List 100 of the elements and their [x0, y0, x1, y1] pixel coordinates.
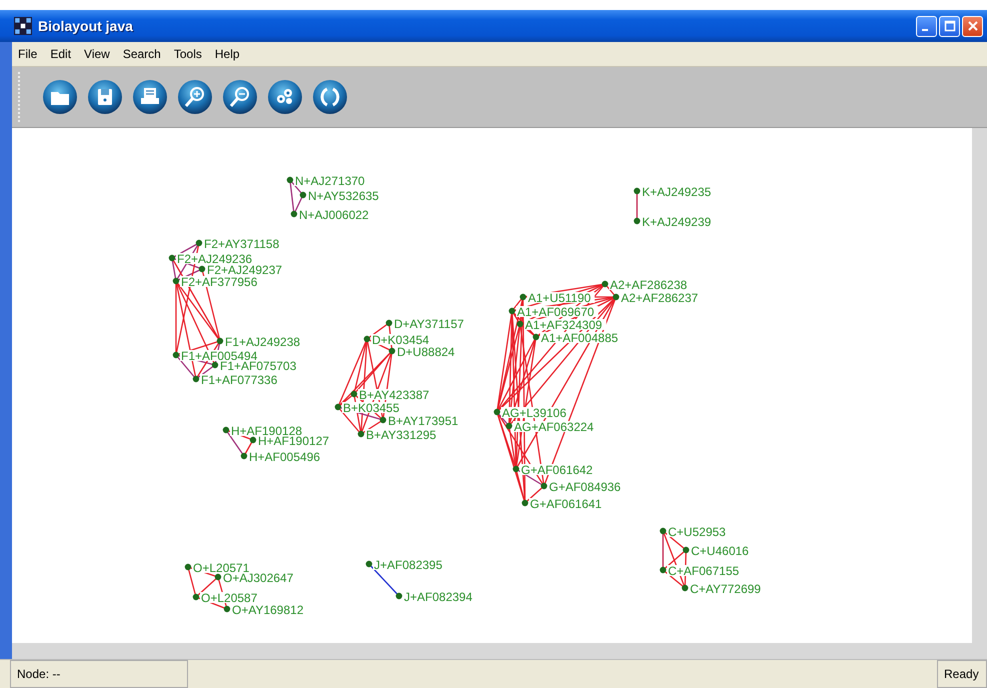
menu-item[interactable]: Edit	[50, 45, 72, 63]
node-dot[interactable]	[634, 188, 640, 194]
node-dot[interactable]	[224, 606, 230, 612]
node-dot[interactable]	[212, 362, 218, 368]
node-dot[interactable]	[660, 566, 666, 574]
node-label: C+U52953	[667, 525, 728, 539]
node-label: C+U46016	[690, 544, 750, 558]
node-dot[interactable]	[506, 422, 512, 430]
node-dot[interactable]	[634, 218, 640, 224]
node-dot[interactable]	[286, 176, 294, 184]
close-button[interactable]	[962, 16, 983, 36]
node-dot[interactable]	[350, 390, 358, 398]
node-dot[interactable]	[386, 320, 392, 326]
node-dot[interactable]	[532, 334, 540, 340]
node-dot[interactable]	[522, 500, 528, 506]
node-label: D+AY371157	[393, 317, 468, 331]
node-label: K+AJ249235	[641, 185, 716, 199]
folder-icon	[42, 79, 78, 115]
maximize-button[interactable]	[939, 16, 960, 36]
node-dot[interactable]	[290, 210, 298, 218]
node-label: N+AJ006022	[298, 208, 373, 222]
floppy-icon	[87, 79, 123, 115]
zoom-in-button[interactable]	[177, 79, 213, 115]
node-label: A1+AF324309	[524, 318, 606, 332]
node-label: K+AJ249239	[641, 215, 716, 229]
node-label: F2+AY371158	[203, 237, 286, 251]
node-dot[interactable]	[520, 294, 526, 300]
zoom-in-icon	[177, 79, 213, 115]
node-dot[interactable]	[222, 426, 230, 434]
node-dot[interactable]	[380, 416, 386, 424]
status-text: Ready	[937, 660, 987, 688]
refresh-icon	[312, 79, 348, 115]
zoom-out-icon	[222, 79, 258, 115]
node-dot[interactable]	[198, 266, 206, 272]
minimize-icon	[922, 29, 928, 31]
node-dot[interactable]	[172, 278, 180, 284]
toolbar-grip[interactable]	[18, 72, 23, 122]
node-label: F2+AJ249237	[206, 263, 288, 277]
node-dot[interactable]	[300, 192, 306, 198]
printer-button[interactable]	[132, 79, 168, 115]
node-label: G+AF084936	[548, 480, 623, 494]
menu-item[interactable]: View	[84, 45, 110, 63]
maximize-icon	[944, 20, 956, 32]
node-dot[interactable]	[196, 240, 202, 246]
node-dot[interactable]	[508, 308, 516, 314]
node-dot[interactable]	[192, 376, 200, 382]
node-dot[interactable]	[184, 564, 192, 570]
node-label: A2+AF286237	[620, 291, 702, 305]
node-dot[interactable]	[334, 404, 342, 410]
node-label: AG+L39106	[501, 406, 569, 420]
node-dot[interactable]	[388, 348, 396, 354]
edge-line	[636, 191, 638, 221]
printer-icon	[132, 79, 168, 115]
node-dot[interactable]	[540, 482, 548, 490]
node-dot[interactable]	[358, 430, 364, 438]
node-dot[interactable]	[660, 528, 666, 534]
menu-item[interactable]: Help	[214, 45, 240, 63]
node-label: F1+AJ249238	[224, 335, 306, 349]
node-dot[interactable]	[364, 336, 370, 342]
menu-item[interactable]: Search	[122, 45, 161, 63]
node-label: B+AY173951	[387, 414, 462, 428]
node-dot[interactable]	[512, 466, 520, 472]
node-dot[interactable]	[494, 408, 500, 416]
node-label: D+U88824	[396, 345, 456, 359]
node-dot[interactable]	[168, 254, 176, 262]
node-label: G+AF061642	[520, 463, 595, 477]
node-dot[interactable]	[214, 574, 222, 580]
node-label: N+AY532635	[307, 189, 382, 203]
node-dot[interactable]	[250, 436, 256, 444]
folder-button[interactable]	[42, 79, 78, 115]
status-node: Node: --	[10, 660, 188, 688]
node-dot[interactable]	[216, 338, 224, 344]
zoom-out-button[interactable]	[222, 79, 258, 115]
node-label: D+K03454	[371, 333, 432, 347]
menu-item[interactable]: File	[18, 45, 38, 63]
node-label: C+AY772699	[689, 582, 764, 596]
node-label: A1+AF069670	[516, 305, 598, 319]
cogs-button[interactable]	[267, 79, 303, 115]
node-label: H+AF005496	[248, 450, 323, 464]
node-dot[interactable]	[602, 280, 608, 288]
node-dot[interactable]	[682, 546, 690, 554]
menu-item[interactable]: Tools	[174, 45, 202, 63]
node-dot[interactable]	[192, 594, 200, 600]
node-dot[interactable]	[366, 560, 372, 568]
node-label: A1+U51190	[527, 291, 595, 305]
close-icon	[966, 20, 978, 32]
app-icon	[14, 17, 32, 35]
minimize-button[interactable]	[916, 16, 937, 36]
node-dot[interactable]	[240, 452, 248, 460]
window-title: Biolayout java	[38, 18, 133, 34]
floppy-button[interactable]	[87, 79, 123, 115]
node-dot[interactable]	[172, 352, 180, 358]
node-label: O+AY169812	[231, 603, 306, 617]
node-label: J+AF082394	[403, 590, 478, 604]
refresh-button[interactable]	[312, 79, 348, 115]
node-dot[interactable]	[396, 592, 402, 600]
node-label: G+AF061641	[529, 497, 604, 511]
node-dot[interactable]	[682, 584, 688, 592]
node-dot[interactable]	[516, 320, 524, 328]
node-dot[interactable]	[612, 294, 620, 300]
